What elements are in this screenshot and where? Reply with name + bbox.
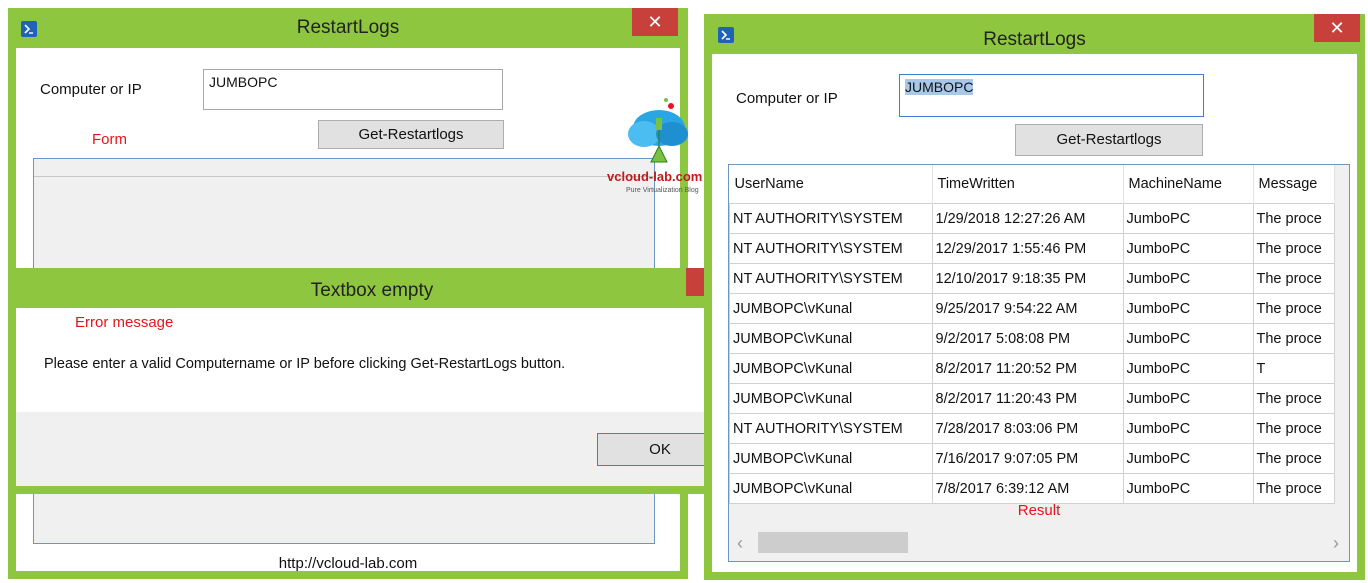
vcloud-lab-logo: vcloud-lab.com Pure Virtualization Blog [604, 94, 714, 198]
table-cell[interactable]: JumboPC [1122, 353, 1254, 384]
column-header-timewritten[interactable]: TimeWritten [932, 165, 1124, 204]
table-cell[interactable]: JumboPC [1122, 443, 1254, 474]
table-cell[interactable]: 7/28/2017 8:03:06 PM [931, 413, 1124, 444]
get-restartlogs-button[interactable]: Get-Restartlogs [1015, 124, 1203, 156]
table-cell[interactable]: NT AUTHORITY\SYSTEM [729, 203, 933, 234]
table-cell[interactable]: JumboPC [1122, 263, 1254, 294]
results-table: UserName TimeWritten MachineName Message… [729, 165, 1335, 504]
table-cell[interactable]: The proce [1252, 473, 1335, 504]
logo-tagline: Pure Virtualization Blog [626, 187, 699, 194]
computer-label: Computer or IP [736, 90, 838, 107]
table-cell[interactable]: 12/10/2017 9:18:35 PM [931, 263, 1124, 294]
table-row[interactable]: JUMBOPC\vKunal 7/16/2017 9:07:05 PM JumboP… [729, 443, 1335, 474]
table-cell[interactable]: JUMBOPC\vKunal [729, 383, 933, 414]
column-header-username[interactable]: UserName [729, 165, 933, 204]
column-header-machinename[interactable]: MachineName [1123, 165, 1254, 204]
close-button[interactable]: ✕ [1314, 14, 1360, 42]
window-title: RestartLogs [983, 29, 1086, 50]
table-cell[interactable]: 9/2/2017 5:08:08 PM [931, 323, 1124, 354]
form-annotation: Form [92, 131, 127, 148]
table-cell[interactable]: The proce [1252, 383, 1335, 414]
window-title: RestartLogs [296, 17, 400, 38]
table-cell[interactable]: The proce [1252, 263, 1335, 294]
table-cell[interactable]: T [1252, 353, 1335, 384]
grid-header-line [34, 176, 654, 177]
logo-text: vcloud-lab.com [607, 169, 703, 184]
table-cell[interactable]: The proce [1252, 203, 1335, 234]
computer-input[interactable]: JUMBOPC [899, 74, 1204, 117]
table-row[interactable]: NT AUTHORITY\SYSTEM 7/28/2017 8:03:06 PM J… [729, 413, 1335, 444]
table-cell[interactable]: JumboPC [1122, 233, 1254, 264]
horizontal-scrollbar[interactable]: ‹ › [729, 523, 1349, 561]
table-body: NT AUTHORITY\SYSTEM 1/29/2018 12:27:26 AM… [729, 203, 1335, 504]
dialog-client: Error message Please enter a valid Compu… [16, 308, 726, 486]
table-row[interactable]: JUMBOPC\vKunal 7/8/2017 6:39:12 AM JumboPC… [729, 473, 1335, 504]
table-row[interactable]: JUMBOPC\vKunal 8/2/2017 11:20:43 PM JumboP… [729, 383, 1335, 414]
scroll-left-arrow[interactable]: ‹ [737, 533, 743, 554]
table-cell[interactable]: JUMBOPC\vKunal [729, 293, 933, 324]
dialog-message: Please enter a valid Computername or IP … [44, 356, 566, 372]
table-cell[interactable]: JUMBOPC\vKunal [729, 323, 933, 354]
results-grid[interactable]: UserName TimeWritten MachineName Message… [728, 164, 1350, 562]
table-cell[interactable]: JumboPC [1122, 413, 1254, 444]
table-cell[interactable]: The proce [1252, 233, 1335, 264]
table-cell[interactable]: 12/29/2017 1:55:46 PM [931, 233, 1124, 264]
table-row[interactable]: JUMBOPC\vKunal 9/25/2017 9:54:22 AM JumboP… [729, 293, 1335, 324]
table-cell[interactable]: JUMBOPC\vKunal [729, 353, 933, 384]
table-cell[interactable]: JumboPC [1122, 323, 1254, 354]
table-cell[interactable]: 9/25/2017 9:54:22 AM [931, 293, 1124, 324]
table-cell[interactable]: 8/2/2017 11:20:52 PM [931, 353, 1124, 384]
scroll-right-arrow[interactable]: › [1333, 533, 1339, 554]
table-cell[interactable]: JUMBOPC\vKunal [729, 443, 933, 474]
table-cell[interactable]: JUMBOPC\vKunal [729, 473, 933, 504]
window-client: Computer or IP JUMBOPC Get-Restartlogs U… [712, 54, 1357, 572]
table-cell[interactable]: NT AUTHORITY\SYSTEM [729, 413, 933, 444]
table-cell[interactable]: JumboPC [1122, 383, 1254, 414]
table-row[interactable]: JUMBOPC\vKunal 9/2/2017 5:08:08 PM JumboPC… [729, 323, 1335, 354]
table-cell[interactable]: NT AUTHORITY\SYSTEM [729, 263, 933, 294]
logo-graphic [628, 98, 688, 163]
close-button[interactable]: ✕ [632, 8, 678, 36]
table-cell[interactable]: 8/2/2017 11:20:43 PM [931, 383, 1124, 414]
table-row[interactable]: NT AUTHORITY\SYSTEM 12/29/2017 1:55:46 PM… [729, 233, 1335, 264]
table-cell[interactable]: 1/29/2018 12:27:26 AM [931, 203, 1124, 234]
column-header-message[interactable]: Message [1253, 165, 1335, 204]
table-header-row: UserName TimeWritten MachineName Message [729, 165, 1335, 204]
table-cell[interactable]: The proce [1252, 323, 1335, 354]
footer-link[interactable]: http://vcloud-lab.com [16, 555, 680, 572]
table-cell[interactable]: 7/16/2017 9:07:05 PM [931, 443, 1124, 474]
table-cell[interactable]: The proce [1252, 443, 1335, 474]
right-window: RestartLogs ✕ Computer or IP JUMBOPC Get… [704, 14, 1365, 580]
result-annotation: Result [1017, 502, 1061, 519]
dialog-message-area: Error message Please enter a valid Compu… [16, 308, 726, 412]
table-cell[interactable]: JumboPC [1122, 473, 1254, 504]
scrollbar-thumb[interactable] [758, 532, 908, 553]
error-annotation: Error message [75, 314, 174, 331]
table-cell[interactable]: JumboPC [1122, 293, 1254, 324]
dialog-title: Textbox empty [310, 280, 434, 301]
selected-text: JUMBOPC [905, 79, 974, 95]
table-cell[interactable]: NT AUTHORITY\SYSTEM [729, 233, 933, 264]
table-cell[interactable]: JumboPC [1122, 203, 1254, 234]
table-cell[interactable]: The proce [1252, 413, 1335, 444]
error-dialog: Textbox empty ✕ Error message Please ent… [8, 268, 736, 494]
table-row[interactable]: NT AUTHORITY\SYSTEM 1/29/2018 12:27:26 AM… [729, 203, 1335, 234]
computer-label: Computer or IP [40, 81, 142, 98]
get-restartlogs-button[interactable]: Get-Restartlogs [318, 120, 504, 149]
computer-input[interactable]: JUMBOPC [203, 69, 503, 110]
table-row[interactable]: JUMBOPC\vKunal 8/2/2017 11:20:52 PM JumboP… [729, 353, 1335, 384]
table-cell[interactable]: 7/8/2017 6:39:12 AM [931, 473, 1124, 504]
table-cell[interactable]: The proce [1252, 293, 1335, 324]
table-row[interactable]: NT AUTHORITY\SYSTEM 12/10/2017 9:18:35 PM… [729, 263, 1335, 294]
